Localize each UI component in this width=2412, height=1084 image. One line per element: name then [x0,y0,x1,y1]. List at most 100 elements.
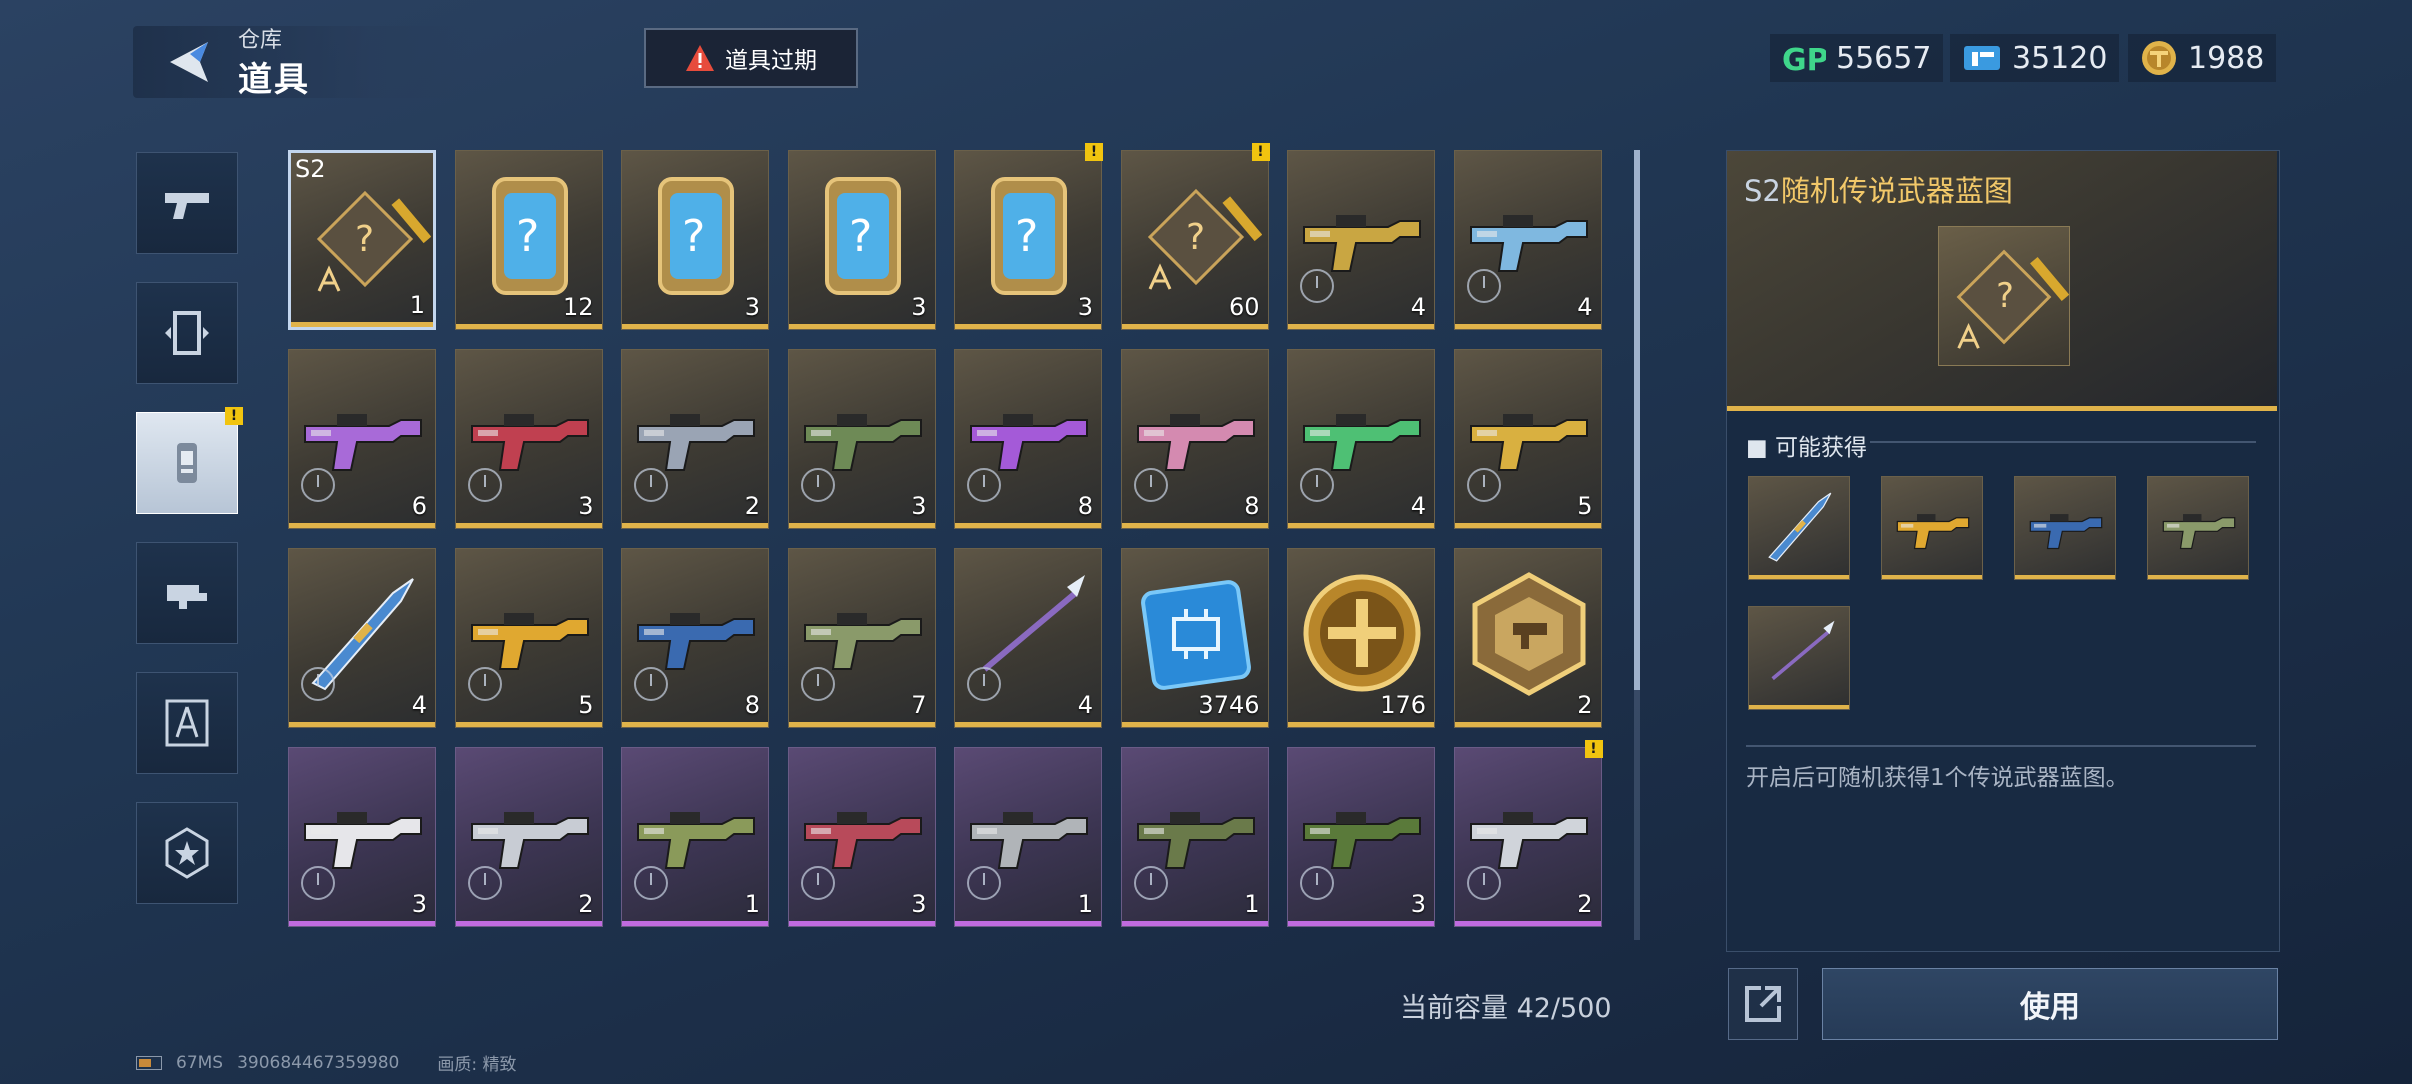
inventory-slot[interactable]: 3 [787,349,936,529]
timer-icon [634,468,668,502]
inventory-slot[interactable]: 5 [1453,349,1602,529]
timer-icon [301,468,335,502]
rarity-bar [1882,575,1982,579]
item-name: S2随机传说武器蓝图 [1744,174,2013,208]
inventory-slot[interactable]: 2! [1453,740,1603,927]
tab-parts[interactable] [136,542,238,644]
inventory-slot[interactable]: 2 [621,349,769,529]
item-count: 3 [411,890,427,918]
tab-badges[interactable] [136,802,238,904]
share-button[interactable] [1728,968,1798,1040]
inventory-slot[interactable]: 3746 [1120,548,1269,728]
gold-currency: 1988 [2128,34,2277,82]
expired-items-button[interactable]: 道具过期 [644,28,858,88]
new-flag-icon: ! [1584,740,1603,758]
item-count: 1 [1244,890,1260,918]
reward-item[interactable] [1748,606,1850,710]
inventory-slot[interactable]: 6 [288,349,436,529]
item-grid: ? 1 S2? 12? 3? 3? 3!? 60! 4 4 6 3 2 3 8 8 4 5 4 5 8 7 4 3746 176… [288,143,1608,930]
inventory-slot[interactable]: 8 [621,548,769,728]
svg-text:?: ? [849,211,872,262]
section-divider [1870,441,2256,443]
new-flag-icon: ! [1085,143,1103,161]
rarity-bar [622,523,768,528]
inventory-slot[interactable]: ? 60! [1120,143,1270,330]
rewards-section-title: ■ 可能获得 [1746,435,1868,461]
reward-item[interactable] [1881,476,1983,580]
inventory-slot[interactable]: 4 [954,548,1102,728]
timer-icon [1466,866,1501,900]
inventory-slot[interactable]: 4 [1287,150,1435,330]
inventory-slot[interactable]: 3 [787,747,936,927]
rarity-bar [455,921,602,926]
item-count: 2 [1577,890,1593,918]
inventory-slot[interactable]: 3 [288,747,436,927]
item-count: 5 [1577,492,1593,520]
rarity-bar [1121,722,1268,727]
inventory-slot[interactable]: 5 [454,548,603,728]
can-icon [177,443,197,483]
blueprint-icon: ? [1147,188,1262,290]
item-count: 4 [411,691,427,719]
rarity-bar [455,324,602,329]
inventory-slot[interactable]: 4 [1453,150,1602,330]
item-count: 7 [911,691,927,719]
rarity-bar [1454,324,1601,329]
rarity-bar [788,921,935,926]
tab-weapons[interactable] [136,152,238,254]
item-count: 1 [744,890,760,918]
inventory-slot[interactable]: 176 [1287,548,1435,728]
reward-item[interactable] [2147,476,2249,580]
inventory-slot[interactable]: ? 3 [621,150,769,330]
inventory-slot[interactable]: 3 [1287,747,1435,927]
rarity-bar [455,722,602,727]
status-footer: 67MS 390684467359980 画质: 精致 [136,1050,516,1075]
inventory-slot[interactable]: 1 [1120,747,1269,927]
inventory-slot[interactable]: 3 [454,349,603,529]
gp-currency: GP 55657 [1770,34,1944,82]
blueprint-icon: ? [1956,249,2070,349]
back-arrow-icon[interactable] [160,34,216,90]
reward-item[interactable] [1748,476,1850,580]
timer-icon [800,667,835,701]
tab-skins[interactable] [136,282,238,384]
svg-text:?: ? [516,211,539,262]
breadcrumb: 仓库 [238,28,283,53]
grid-scroll-thumb[interactable] [1634,150,1640,690]
chip-icon [1140,580,1251,690]
inventory-slot[interactable]: 1 [621,747,769,927]
inventory-slot[interactable]: 4 [1287,349,1435,529]
new-flag-icon: ! [225,407,243,425]
inventory-slot[interactable]: ? 3! [954,143,1103,330]
inventory-slot[interactable]: 2 [454,747,603,927]
new-flag-icon: ! [1251,143,1270,161]
rarity-bar [788,523,935,528]
ping-text: 67MS [176,1052,224,1073]
inventory-slot[interactable]: 4 [288,548,436,728]
pistol-icon [165,193,209,219]
item-count: 8 [744,691,760,719]
inventory-slot[interactable]: ? 1 S2 [288,150,436,330]
inventory-slot[interactable]: 2 [1453,548,1602,728]
inventory-slot[interactable]: ? 12 [454,150,603,330]
item-count: 3 [578,492,594,520]
svg-text:?: ? [1186,217,1205,258]
gp-value: 55657 [1836,40,1932,76]
timer-icon [1300,866,1334,900]
item-count: 3746 [1198,691,1260,719]
card-icon [165,311,209,355]
use-button[interactable]: 使用 [1822,968,2278,1040]
inventory-slot[interactable]: 7 [787,548,936,728]
svg-text:?: ? [1015,211,1038,262]
rarity-bar [788,324,935,329]
item-count: 4 [1410,492,1426,520]
inventory-slot[interactable]: 8 [1120,349,1269,529]
inventory-slot[interactable]: ? 3 [787,150,936,330]
tab-blueprints[interactable] [136,672,238,774]
inventory-slot[interactable]: 8 [954,349,1102,529]
reward-item[interactable] [2014,476,2116,580]
page-title: 道具 [238,60,310,100]
inventory-slot[interactable]: 1 [954,747,1102,927]
rarity-bar [455,523,602,528]
tab-items[interactable]: ! [136,407,243,514]
